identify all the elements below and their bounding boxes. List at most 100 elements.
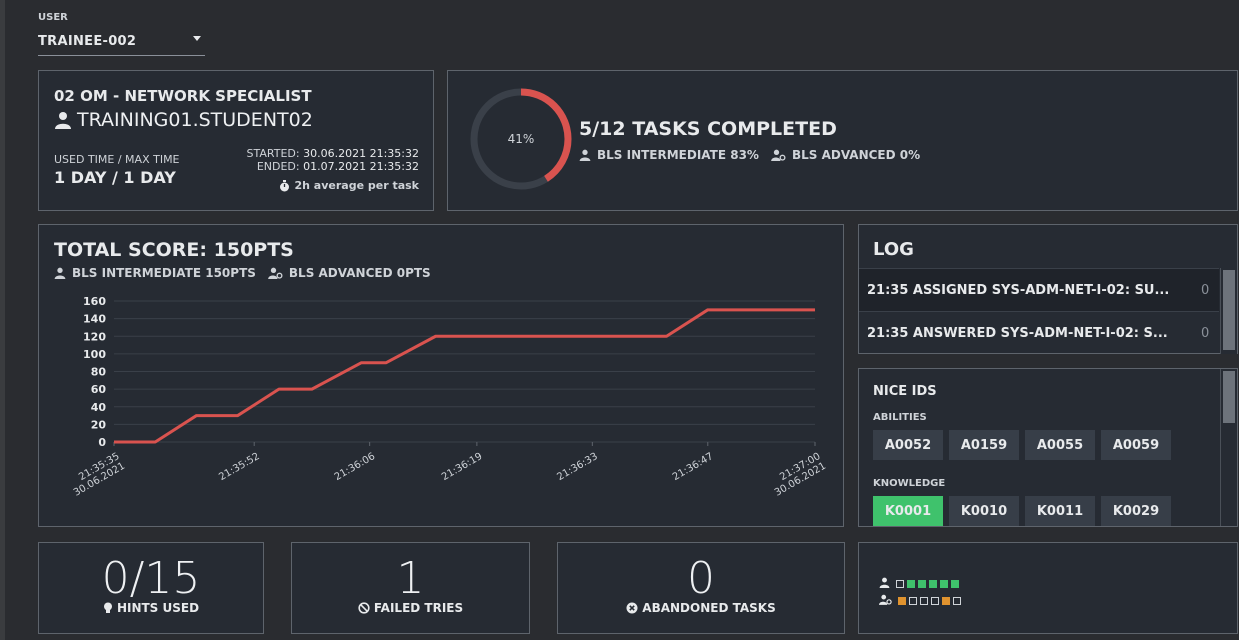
session-dates: STARTED: 30.06.2021 21:35:32 ENDED: 01.0… bbox=[247, 147, 419, 173]
knowledge-label: KNOWLEDGE bbox=[873, 478, 946, 489]
score-breakdown: BLS INTERMEDIATE 150PTS BLS ADVANCED 0PT… bbox=[54, 266, 431, 280]
y-tick-label: 100 bbox=[83, 348, 106, 361]
nice-ids-panel: NICE IDS ABILITIES A0052 A0159 A0055 A0059 … bbox=[858, 368, 1238, 527]
used-time-label: USED TIME / MAX TIME bbox=[54, 153, 180, 166]
task-status-square bbox=[909, 597, 917, 605]
nice-ids-title: NICE IDS bbox=[873, 384, 937, 399]
x-tick-label: 21:36:19 bbox=[440, 451, 484, 483]
hints-value: 0/15 bbox=[101, 553, 201, 604]
started-label: STARTED: bbox=[246, 147, 300, 160]
nice-id-chip[interactable]: A0055 bbox=[1025, 430, 1095, 460]
score-line bbox=[114, 308, 815, 444]
student-name: TRAINING01.STUDENT02 bbox=[54, 109, 313, 131]
failed-label: FAILED TRIES bbox=[292, 601, 529, 615]
hints-label: HINTS USED bbox=[39, 601, 263, 615]
x-tick-label-line: 21:36:47 bbox=[671, 451, 715, 483]
score-panel: TOTAL SCORE: 150PTS BLS INTERMEDIATE 150… bbox=[38, 224, 844, 527]
hints-label-text: HINTS USED bbox=[116, 601, 200, 615]
task-status-square bbox=[896, 580, 904, 588]
abandoned-panel: 0 ABANDONED TASKS bbox=[557, 542, 845, 634]
y-tick-label: 120 bbox=[83, 330, 106, 343]
x-tick-label-line: 21:36:19 bbox=[440, 451, 484, 483]
user-icon bbox=[55, 112, 71, 129]
failed-panel: 1 FAILED TRIES bbox=[291, 542, 530, 634]
nice-id-chip[interactable]: A0159 bbox=[949, 430, 1019, 460]
close-circle-icon bbox=[626, 602, 638, 614]
progress-breakdown: BLS INTERMEDIATE 83% BLS ADVANCED 0% bbox=[579, 148, 920, 162]
user-select-value: TRAINEE-002 bbox=[38, 34, 137, 49]
student-name-text: TRAINING01.STUDENT02 bbox=[77, 109, 313, 131]
log-scroll-thumb[interactable] bbox=[1223, 270, 1235, 350]
average-text: 2h average per task bbox=[294, 179, 419, 192]
log-scrollbar[interactable] bbox=[1220, 268, 1237, 354]
user-icon bbox=[579, 149, 591, 161]
user-icon bbox=[54, 267, 66, 279]
log-row-count: 0 bbox=[1201, 325, 1210, 341]
log-row-text: 21:35 ASSIGNED SYS-ADM-NET-I-02: SU... bbox=[867, 282, 1170, 298]
advanced-progress: BLS ADVANCED 0% bbox=[791, 148, 921, 162]
y-tick-label: 40 bbox=[91, 401, 107, 414]
x-tick-label: 21:35:3530.06.2021 bbox=[66, 451, 127, 499]
log-list: 21:35 ASSIGNED SYS-ADM-NET-I-02: SU... 0 2… bbox=[859, 268, 1219, 354]
tasks-completed: 5/12 TASKS COMPLETED bbox=[579, 118, 837, 140]
x-tick-label: 21:35:52 bbox=[217, 451, 261, 483]
failed-value: 1 bbox=[396, 553, 425, 604]
ended-value: 01.07.2021 21:35:32 bbox=[303, 160, 419, 173]
user-select[interactable]: TRAINEE-002 bbox=[38, 30, 205, 56]
y-tick-label: 0 bbox=[98, 436, 106, 449]
student-info-panel: 02 OM - NETWORK SPECIALIST TRAINING01.ST… bbox=[38, 70, 434, 211]
x-tick-label: 21:36:47 bbox=[671, 451, 715, 483]
nice-id-chip[interactable]: K0029 bbox=[1101, 496, 1171, 526]
task-tracks-panel bbox=[858, 542, 1238, 634]
y-tick-label: 160 bbox=[83, 295, 106, 308]
user-icon bbox=[879, 577, 890, 588]
advanced-track bbox=[898, 590, 964, 609]
log-panel: LOG 21:35 ASSIGNED SYS-ADM-NET-I-02: SU.… bbox=[858, 224, 1238, 354]
x-tick-label-line: 21:36:33 bbox=[555, 451, 599, 483]
stopwatch-icon bbox=[280, 179, 290, 191]
task-status-square bbox=[940, 580, 948, 588]
failed-label-text: FAILED TRIES bbox=[373, 601, 464, 615]
intermediate-progress: BLS INTERMEDIATE 83% bbox=[597, 148, 759, 162]
task-status-square bbox=[907, 580, 915, 588]
log-row-count: 0 bbox=[1201, 282, 1210, 298]
nice-id-chip[interactable]: A0052 bbox=[873, 430, 943, 460]
score-chart: 0 20 40 60 80 100 120 140 160 21:35:3530.06.2021 2… bbox=[66, 295, 828, 499]
abandoned-label: ABANDONED TASKS bbox=[558, 601, 844, 615]
chevron-down-icon bbox=[193, 36, 201, 41]
total-score: TOTAL SCORE: 150PTS bbox=[54, 239, 294, 261]
hints-panel: 0/15 HINTS USED bbox=[38, 542, 264, 634]
log-row[interactable]: 21:35 ANSWERED SYS-ADM-NET-I-02: S... 0 bbox=[859, 311, 1219, 354]
x-tick-label-line: 21:35:52 bbox=[217, 451, 261, 483]
user-cog-icon bbox=[771, 149, 786, 161]
nice-scroll-thumb[interactable] bbox=[1223, 371, 1235, 423]
x-tick-label: 21:37:0030.06.2021 bbox=[767, 451, 828, 499]
progress-panel: 41% 5/12 TASKS COMPLETED BLS INTERMEDIAT… bbox=[447, 70, 1238, 211]
intermediate-score: BLS INTERMEDIATE 150PTS bbox=[72, 266, 256, 280]
ended-label: ENDED: bbox=[256, 160, 300, 173]
task-status-square bbox=[931, 597, 939, 605]
y-tick-label: 60 bbox=[91, 383, 107, 396]
used-time-value: 1 DAY / 1 DAY bbox=[54, 168, 176, 187]
nice-id-chip[interactable]: A0059 bbox=[1101, 430, 1171, 460]
advanced-score: BLS ADVANCED 0PTS bbox=[288, 266, 431, 280]
user-cog-icon bbox=[268, 267, 283, 279]
ban-icon bbox=[358, 602, 370, 614]
nice-id-chip[interactable]: K0011 bbox=[1025, 496, 1095, 526]
user-cog-icon bbox=[879, 594, 892, 605]
progress-percent: 41% bbox=[507, 132, 535, 146]
abilities-list: A0052 A0159 A0055 A0059 bbox=[873, 430, 1171, 460]
task-status-square bbox=[953, 597, 961, 605]
task-status-square bbox=[929, 580, 937, 588]
nice-scrollbar[interactable] bbox=[1220, 369, 1237, 526]
x-tick-label: 21:36:06 bbox=[333, 451, 377, 483]
abilities-label: ABILITIES bbox=[873, 412, 927, 423]
x-tick-label: 21:36:33 bbox=[555, 451, 599, 483]
nice-id-chip[interactable]: K0010 bbox=[949, 496, 1019, 526]
lightbulb-icon bbox=[103, 602, 112, 613]
x-tick-label-line: 21:36:06 bbox=[333, 451, 377, 483]
log-row-text: 21:35 ANSWERED SYS-ADM-NET-I-02: S... bbox=[867, 325, 1168, 341]
nice-id-chip[interactable]: K0001 bbox=[873, 496, 943, 526]
log-row[interactable]: 21:35 ASSIGNED SYS-ADM-NET-I-02: SU... 0 bbox=[859, 268, 1219, 311]
task-status-square bbox=[942, 597, 950, 605]
